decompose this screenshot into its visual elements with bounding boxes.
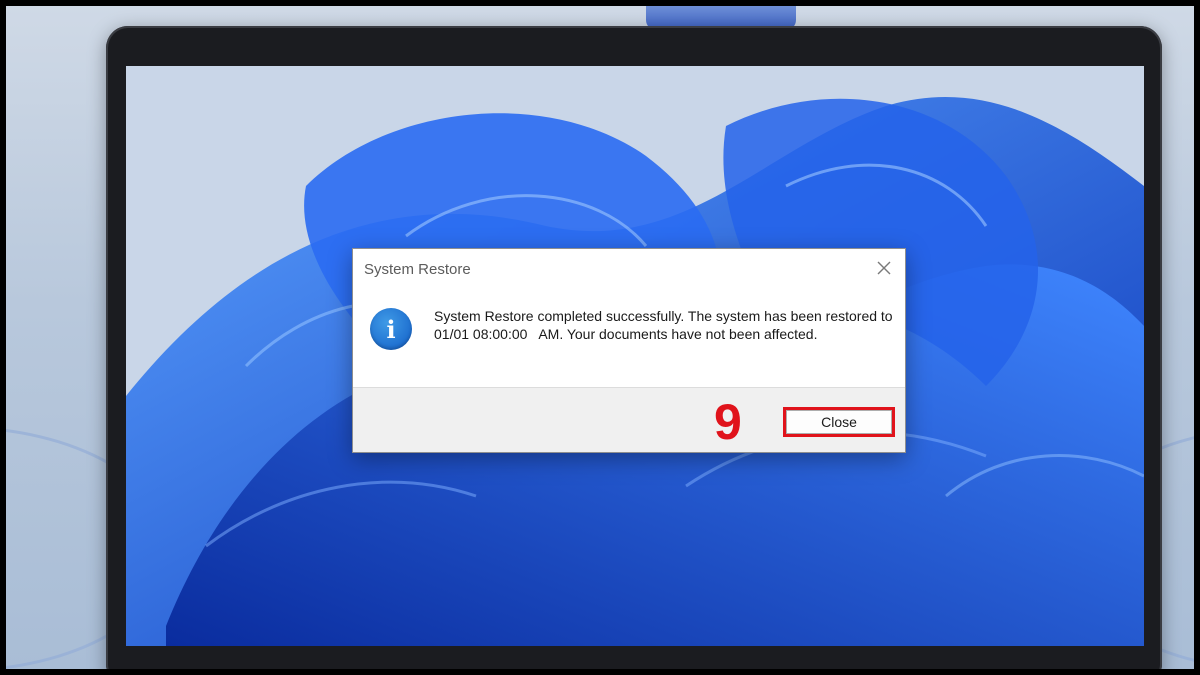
close-button-label: Close [786,410,892,434]
system-restore-dialog: System Restore i System Restore complete… [352,248,906,453]
dialog-message: System Restore completed successfully. T… [434,308,916,342]
info-icon: i [370,308,412,350]
close-icon[interactable] [875,259,893,277]
close-button[interactable]: Close [783,407,895,437]
dialog-title: System Restore [364,261,471,278]
dialog-footer: Close [353,387,905,452]
step-number-annotation: 9 [714,394,742,450]
